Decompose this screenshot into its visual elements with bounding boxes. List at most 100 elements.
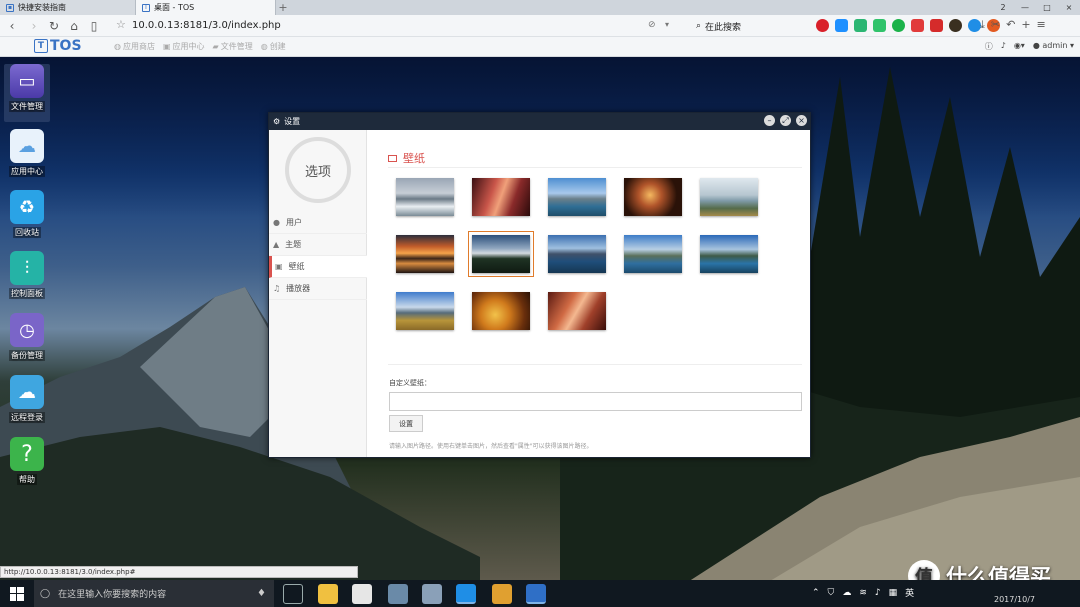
close-icon[interactable]: × bbox=[796, 115, 807, 126]
task-view-icon[interactable] bbox=[283, 584, 303, 604]
desktop-icon-recycle-bin[interactable]: ♻ 回收站 bbox=[4, 190, 50, 238]
divider bbox=[388, 167, 802, 168]
back-icon[interactable]: ‹ bbox=[4, 18, 20, 34]
tab-count[interactable]: 2 bbox=[992, 0, 1014, 15]
wechat-icon[interactable] bbox=[873, 19, 886, 32]
page-icon: ▪ bbox=[6, 3, 14, 12]
video-icon[interactable] bbox=[930, 19, 943, 32]
desktop-icon-remote-login[interactable]: ☁ 远程登录 bbox=[4, 375, 50, 423]
desktop-icon-backup[interactable]: ◷ 备份管理 bbox=[4, 313, 50, 361]
folder-icon: ▰ bbox=[212, 42, 219, 51]
user-menu[interactable]: ● admin ▾ bbox=[1033, 41, 1074, 52]
file-explorer-icon[interactable] bbox=[318, 584, 338, 604]
wifi-icon[interactable]: ≋ bbox=[859, 588, 867, 598]
wallpaper-thumb[interactable] bbox=[396, 235, 454, 273]
desktop-icon-control-panel[interactable]: ⫶ 控制面板 bbox=[4, 251, 50, 299]
settings-sidebar: 选项 ● 用户 ▲ 主题 ▣ 壁纸 ♫ 播放器 bbox=[269, 130, 367, 457]
close-window-button[interactable]: × bbox=[1058, 0, 1080, 15]
taskbar-date[interactable]: 2017/10/7 bbox=[994, 595, 1035, 604]
wallpaper-thumb[interactable] bbox=[700, 178, 758, 216]
bookmark-item[interactable]: ◍ 创建 bbox=[261, 41, 286, 52]
wallpaper-thumb[interactable] bbox=[396, 292, 454, 330]
extension-icon[interactable] bbox=[854, 19, 867, 32]
shield-icon[interactable]: ⛉ bbox=[828, 588, 835, 598]
adblock-icon[interactable] bbox=[816, 19, 829, 32]
tos-favicon-icon: T bbox=[142, 3, 150, 12]
search-box[interactable]: ⌕ 在此搜索 bbox=[696, 18, 804, 34]
wallpaper-thumb[interactable] bbox=[700, 235, 758, 273]
info-icon[interactable]: ⓘ bbox=[985, 41, 993, 52]
taskbar-search[interactable]: ◯ 在这里输入你要搜索的内容 ♦ bbox=[34, 580, 274, 607]
undo-icon[interactable]: ↶ bbox=[1006, 18, 1015, 32]
home-icon[interactable]: ⌂ bbox=[66, 18, 82, 34]
wallpaper-thumb[interactable] bbox=[548, 178, 606, 216]
download-icon[interactable]: ⤓ bbox=[980, 18, 985, 32]
maximize-button[interactable]: □ bbox=[1036, 0, 1058, 15]
circle-app-icon[interactable] bbox=[949, 19, 962, 32]
wallpaper-thumb-selected[interactable] bbox=[468, 231, 534, 277]
desktop-icon-app-center[interactable]: ☁ 应用中心 bbox=[4, 129, 50, 177]
options-ring: 选项 bbox=[285, 137, 351, 203]
browser-taskbar-icon[interactable] bbox=[456, 584, 476, 604]
store-icon[interactable] bbox=[352, 584, 372, 604]
menu-item-theme[interactable]: ▲ 主题 bbox=[269, 234, 367, 256]
chat-icon[interactable] bbox=[892, 19, 905, 32]
tab-quick-install[interactable]: ▪ 快捷安装指南 bbox=[0, 0, 136, 15]
wallpaper-thumb[interactable] bbox=[624, 178, 682, 216]
set-wallpaper-button[interactable]: 设置 bbox=[389, 415, 423, 432]
wallpaper-thumb[interactable] bbox=[472, 178, 530, 216]
add-icon[interactable]: + bbox=[1021, 18, 1030, 32]
new-tab-button[interactable]: + bbox=[276, 1, 290, 15]
menu-item-player[interactable]: ♫ 播放器 bbox=[269, 278, 367, 300]
custom-wallpaper-input[interactable] bbox=[389, 392, 802, 411]
desktop-icon-help[interactable]: ? 帮助 bbox=[4, 437, 50, 485]
bookmark-item[interactable]: ◍ 应用商店 bbox=[114, 41, 155, 52]
reader-icon[interactable]: ▯ bbox=[86, 18, 102, 34]
bookmark-item[interactable]: ▣ 应用中心 bbox=[163, 41, 205, 52]
system-tray: ⌃ ⛉ ☁ ≋ ♪ ▦ 英 bbox=[812, 586, 914, 600]
game-icon[interactable] bbox=[492, 584, 512, 604]
url-field[interactable]: 10.0.0.13:8181/3.0/index.php bbox=[132, 20, 281, 31]
play-icon[interactable] bbox=[835, 19, 848, 32]
reload-icon[interactable]: ↻ bbox=[46, 18, 62, 34]
minimize-icon[interactable]: – bbox=[764, 115, 775, 126]
tos-taskbar-icon[interactable] bbox=[526, 584, 546, 604]
search-icon: ⌕ bbox=[696, 21, 702, 31]
desktop-icon-file-manager[interactable]: ▭ 文件管理 bbox=[4, 64, 50, 122]
store-icon: ◍ bbox=[114, 42, 121, 51]
tos-logo[interactable]: T TOS bbox=[34, 38, 82, 54]
minimize-button[interactable]: — bbox=[1014, 0, 1036, 15]
globe-icon[interactable]: ◉▾ bbox=[1014, 41, 1025, 52]
expand-icon[interactable]: ⤢ bbox=[780, 115, 791, 126]
wallpaper-thumb[interactable] bbox=[472, 292, 530, 330]
wallpaper-thumb[interactable] bbox=[548, 292, 606, 330]
bookmark-item[interactable]: ▰ 文件管理 bbox=[213, 41, 253, 52]
settings-window-controls: – ⤢ × bbox=[764, 115, 807, 126]
forward-icon[interactable]: › bbox=[26, 18, 42, 34]
chevron-up-icon[interactable]: ⌃ bbox=[812, 588, 820, 598]
keyboard-icon[interactable]: ▦ bbox=[889, 588, 898, 598]
ime-indicator[interactable]: 英 bbox=[905, 586, 914, 599]
start-button[interactable] bbox=[0, 580, 34, 607]
scissors-icon[interactable]: ✂ bbox=[991, 18, 1000, 32]
compat-mode-icon[interactable]: ⊘ bbox=[648, 20, 656, 30]
settings-titlebar[interactable]: ⚙ 设置 bbox=[269, 113, 810, 130]
onedrive-icon[interactable]: ☁ bbox=[842, 588, 851, 598]
wallpaper-thumb[interactable] bbox=[624, 235, 682, 273]
pc-manager-icon[interactable] bbox=[422, 584, 442, 604]
bell-icon[interactable]: ♪ bbox=[1001, 41, 1006, 52]
menu-item-wallpaper[interactable]: ▣ 壁纸 bbox=[269, 256, 367, 278]
microphone-icon[interactable]: ♦ bbox=[257, 588, 266, 599]
wallpaper-thumb[interactable] bbox=[396, 178, 454, 216]
tab-desktop-tos[interactable]: T 桌面 - TOS bbox=[136, 0, 276, 15]
volume-icon[interactable]: ♪ bbox=[875, 588, 881, 598]
app-icon[interactable] bbox=[388, 584, 408, 604]
divider bbox=[388, 364, 802, 365]
menu-icon[interactable]: ≡ bbox=[1037, 18, 1046, 32]
dropdown-arrow-icon[interactable]: ▾ bbox=[665, 20, 669, 29]
bookmark-star-icon[interactable]: ☆ bbox=[116, 18, 126, 31]
gift-icon[interactable] bbox=[911, 19, 924, 32]
menu-item-user[interactable]: ● 用户 bbox=[269, 212, 367, 234]
wallpaper-thumb[interactable] bbox=[548, 235, 606, 273]
question-icon: ? bbox=[10, 437, 44, 471]
